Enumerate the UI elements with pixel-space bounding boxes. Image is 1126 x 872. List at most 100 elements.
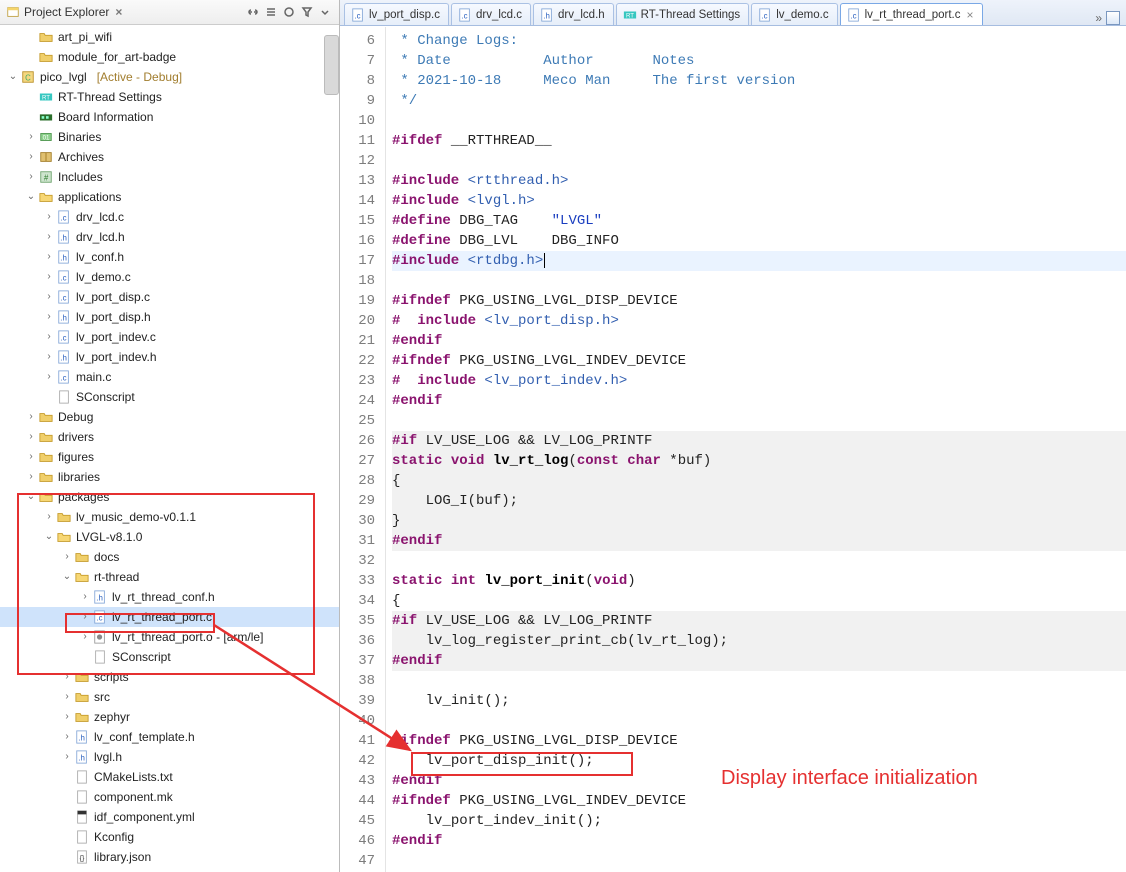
code-line[interactable]: * Change Logs:	[392, 31, 1126, 51]
code-line[interactable]: LOG_I(buf);	[392, 491, 1126, 511]
code-line[interactable]	[392, 411, 1126, 431]
tree-item-mod_art[interactable]: module_for_art-badge	[0, 47, 339, 67]
editor-tab[interactable]: RTRT-Thread Settings	[616, 3, 750, 25]
chevron-down-icon[interactable]: ⌄	[6, 67, 20, 87]
chevron-down-icon[interactable]: ⌄	[24, 187, 38, 207]
tree-item-scripts[interactable]: ›scripts	[0, 667, 339, 687]
close-tab-icon[interactable]: ×	[967, 9, 974, 21]
chevron-right-icon[interactable]: ›	[60, 687, 74, 707]
tree-item-portdisph[interactable]: ›.hlv_port_disp.h	[0, 307, 339, 327]
chevron-down-icon[interactable]: ⌄	[24, 487, 38, 507]
code-line[interactable]	[392, 851, 1126, 871]
tree-item-drvlcdh[interactable]: ›.hdrv_lcd.h	[0, 227, 339, 247]
chevron-right-icon[interactable]: ›	[24, 467, 38, 487]
chevron-right-icon[interactable]: ›	[60, 727, 74, 747]
tree-item-cmake[interactable]: CMakeLists.txt	[0, 767, 339, 787]
chevron-down-icon[interactable]: ⌄	[42, 527, 56, 547]
tree-item-rtconfh[interactable]: ›.hlv_rt_thread_conf.h	[0, 587, 339, 607]
chevron-right-icon[interactable]: ›	[24, 167, 38, 187]
tree-item-portindevh[interactable]: ›.hlv_port_indev.h	[0, 347, 339, 367]
code-line[interactable]: #endif	[392, 651, 1126, 671]
code-line[interactable]: */	[392, 91, 1126, 111]
explorer-close-icon[interactable]: ×	[115, 5, 122, 19]
code-line[interactable]: # include <lv_port_disp.h>	[392, 311, 1126, 331]
code-line[interactable]	[392, 551, 1126, 571]
tree-scrollbar-thumb[interactable]	[324, 35, 339, 95]
tree-item-lvconfh[interactable]: ›.hlv_conf.h	[0, 247, 339, 267]
chevron-right-icon[interactable]: ›	[60, 667, 74, 687]
tab-overflow-icon[interactable]: »	[1095, 11, 1102, 25]
chevron-right-icon[interactable]: ›	[60, 747, 74, 767]
tree-item-packages[interactable]: ⌄packages	[0, 487, 339, 507]
chevron-down-icon[interactable]: ⌄	[60, 567, 74, 587]
editor-tab[interactable]: .cdrv_lcd.c	[451, 3, 531, 25]
tree-item-libjson[interactable]: {}library.json	[0, 847, 339, 867]
chevron-right-icon[interactable]: ›	[42, 507, 56, 527]
code-line[interactable]: lv_init();	[392, 691, 1126, 711]
code-line[interactable]: #endif	[392, 531, 1126, 551]
tree-item-rtportc[interactable]: ›.clv_rt_thread_port.c	[0, 607, 339, 627]
chevron-right-icon[interactable]: ›	[78, 607, 92, 627]
code-line[interactable]: static void lv_rt_log(const char *buf)	[392, 451, 1126, 471]
editor-tab[interactable]: .clv_demo.c	[751, 3, 837, 25]
tree-item-libraries[interactable]: ›libraries	[0, 467, 339, 487]
code-area[interactable]: Display interface initialization * Chang…	[386, 27, 1126, 872]
tree-item-idf[interactable]: idf_component.yml	[0, 807, 339, 827]
chevron-right-icon[interactable]: ›	[42, 307, 56, 327]
code-line[interactable]: #define DBG_LVL DBG_INFO	[392, 231, 1126, 251]
code-line[interactable]: lv_port_disp_init();	[392, 751, 1126, 771]
code-line[interactable]: lv_port_indev_init();	[392, 811, 1126, 831]
code-line[interactable]: #ifndef PKG_USING_LVGL_INDEV_DEVICE	[392, 351, 1126, 371]
code-line[interactable]	[392, 271, 1126, 291]
tree-item-art_pi[interactable]: art_pi_wifi	[0, 27, 339, 47]
tree-item-kconfig[interactable]: Kconfig	[0, 827, 339, 847]
code-line[interactable]: # include <lv_port_indev.h>	[392, 371, 1126, 391]
tree-item-lvconft[interactable]: ›.hlv_conf_template.h	[0, 727, 339, 747]
tree-item-rtthread[interactable]: ⌄rt-thread	[0, 567, 339, 587]
tree-item-lvdemoc[interactable]: ›.clv_demo.c	[0, 267, 339, 287]
chevron-right-icon[interactable]: ›	[24, 427, 38, 447]
code-line[interactable]: #ifndef PKG_USING_LVGL_DISP_DEVICE	[392, 731, 1126, 751]
tree-item-compmk[interactable]: component.mk	[0, 787, 339, 807]
chevron-right-icon[interactable]: ›	[42, 347, 56, 367]
editor-tab[interactable]: .clv_port_disp.c	[344, 3, 449, 25]
chevron-right-icon[interactable]: ›	[24, 447, 38, 467]
tree-item-zephyr[interactable]: ›zephyr	[0, 707, 339, 727]
chevron-right-icon[interactable]: ›	[78, 587, 92, 607]
chevron-right-icon[interactable]: ›	[42, 227, 56, 247]
code-line[interactable]: static int lv_port_init(void)	[392, 571, 1126, 591]
tree-item-rtporto[interactable]: ›lv_rt_thread_port.o - [arm/le]	[0, 627, 339, 647]
tree-item-scons1[interactable]: SConscript	[0, 387, 339, 407]
chevron-right-icon[interactable]: ›	[42, 367, 56, 387]
code-line[interactable]: * 2021-10-18 Meco Man The first version	[392, 71, 1126, 91]
code-line[interactable]: #ifndef PKG_USING_LVGL_INDEV_DEVICE	[392, 791, 1126, 811]
code-line[interactable]: {	[392, 471, 1126, 491]
tree-item-lvgl[interactable]: ⌄LVGL-v8.1.0	[0, 527, 339, 547]
chevron-right-icon[interactable]: ›	[60, 707, 74, 727]
tree-item-portdispc[interactable]: ›.clv_port_disp.c	[0, 287, 339, 307]
chevron-right-icon[interactable]: ›	[42, 247, 56, 267]
code-line[interactable]: #endif	[392, 391, 1126, 411]
code-line[interactable]: #define DBG_TAG "LVGL"	[392, 211, 1126, 231]
code-line[interactable]	[392, 151, 1126, 171]
code-line[interactable]: lv_log_register_print_cb(lv_rt_log);	[392, 631, 1126, 651]
tree-item-drivers[interactable]: ›drivers	[0, 427, 339, 447]
tree-item-docs[interactable]: ›docs	[0, 547, 339, 567]
tree-item-pico[interactable]: ⌄Cpico_lvgl[Active - Debug]	[0, 67, 339, 87]
tree-item-debug[interactable]: ›Debug	[0, 407, 339, 427]
focus-icon[interactable]	[281, 4, 297, 20]
tree-item-drvlcdc[interactable]: ›.cdrv_lcd.c	[0, 207, 339, 227]
tree-item-rt_set[interactable]: RTRT-Thread Settings	[0, 87, 339, 107]
code-line[interactable]: #if LV_USE_LOG && LV_LOG_PRINTF	[392, 431, 1126, 451]
filter-icon[interactable]	[299, 4, 315, 20]
maximize-editor-icon[interactable]	[1106, 11, 1120, 25]
chevron-right-icon[interactable]: ›	[24, 147, 38, 167]
editor-tab[interactable]: .clv_rt_thread_port.c×	[840, 3, 983, 25]
code-line[interactable]: #include <rtdbg.h>	[392, 251, 1126, 271]
chevron-right-icon[interactable]: ›	[42, 287, 56, 307]
chevron-right-icon[interactable]: ›	[42, 207, 56, 227]
code-line[interactable]: #ifdef __RTTHREAD__	[392, 131, 1126, 151]
tree-item-lvmusic[interactable]: ›lv_music_demo-v0.1.1	[0, 507, 339, 527]
code-line[interactable]: }	[392, 511, 1126, 531]
collapse-all-icon[interactable]	[263, 4, 279, 20]
